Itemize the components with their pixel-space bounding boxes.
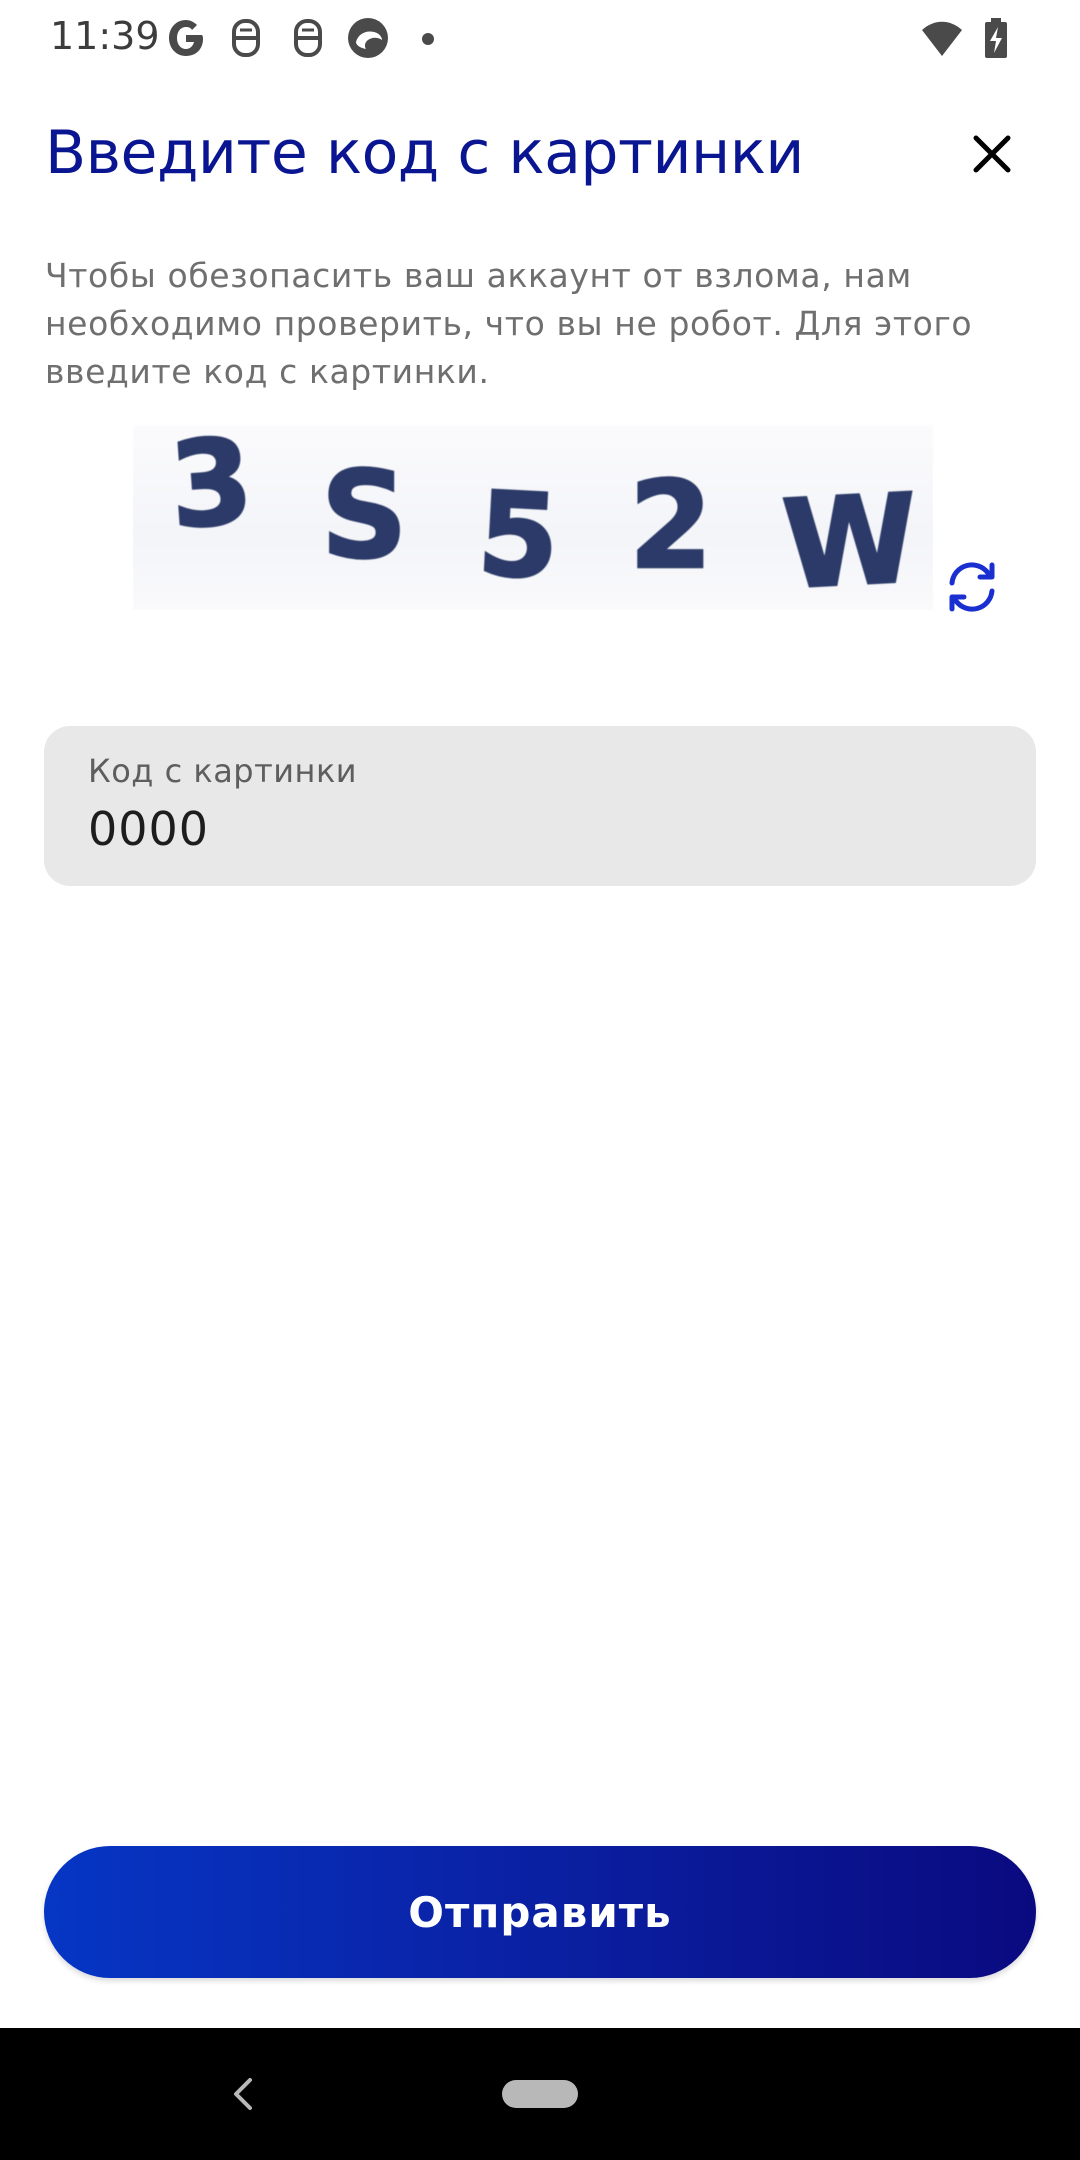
captcha-char: 3 xyxy=(165,425,257,555)
close-icon xyxy=(973,135,1011,173)
refresh-icon xyxy=(949,562,995,612)
submit-button[interactable]: Отправить xyxy=(44,1846,1036,1978)
google-icon xyxy=(164,16,208,60)
more-dot-icon xyxy=(422,33,434,45)
captcha-char: S xyxy=(321,447,407,586)
captcha-image: 3 S 5 2 W xyxy=(133,425,933,610)
back-icon xyxy=(234,2078,252,2110)
close-button[interactable] xyxy=(962,124,1022,184)
wifi-icon xyxy=(920,16,964,60)
captcha-char: 2 xyxy=(629,457,713,596)
captcha-code-input[interactable] xyxy=(88,802,988,856)
back-button[interactable] xyxy=(222,2072,266,2116)
status-bar: 11:39 xyxy=(0,0,1080,80)
description-text: Чтобы обезопасить ваш аккаунт от взлома,… xyxy=(45,256,973,391)
home-pill[interactable] xyxy=(502,2080,578,2108)
page-title: Введите код с картинки xyxy=(45,118,804,188)
notification-app-icon xyxy=(286,16,330,60)
captcha-code-field[interactable]: Код с картинки xyxy=(44,726,1036,886)
refresh-captcha-button[interactable] xyxy=(940,555,1004,619)
battery-charging-icon xyxy=(974,16,1018,60)
captcha-char: W xyxy=(779,468,921,610)
captcha-char: 5 xyxy=(474,467,562,606)
notification-app-icon xyxy=(224,16,268,60)
captcha-code-label: Код с картинки xyxy=(88,752,358,790)
status-time: 11:39 xyxy=(50,14,160,58)
system-nav-bar xyxy=(0,2028,1080,2160)
captcha-screen: 11:39 Введите код с картинки Чтобы обезо… xyxy=(0,0,1080,2160)
browser-icon xyxy=(346,16,390,60)
